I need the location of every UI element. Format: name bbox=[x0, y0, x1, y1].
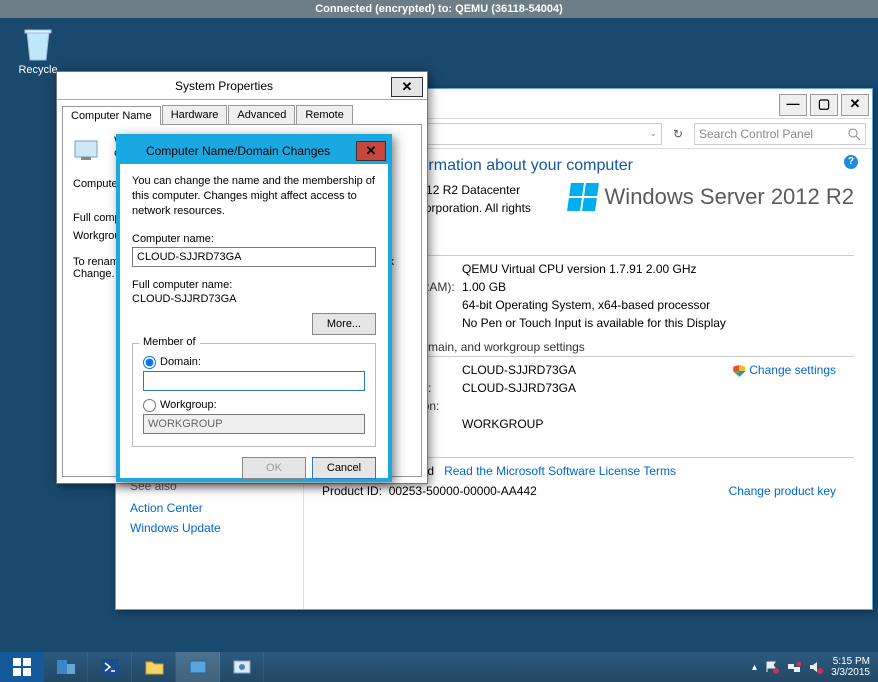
taskbar-powershell[interactable] bbox=[88, 652, 132, 682]
recycle-bin[interactable]: Recycle bbox=[14, 26, 62, 76]
taskbar-server-manager[interactable] bbox=[44, 652, 88, 682]
refresh-button[interactable]: ↻ bbox=[668, 124, 688, 144]
app-icon bbox=[231, 656, 253, 678]
breadcrumb-dropdown-icon[interactable]: ⌄ bbox=[649, 128, 657, 139]
cnd-domain-label: Domain: bbox=[160, 356, 201, 368]
taskbar: ▴ 5:15 PM 3/3/2015 bbox=[0, 652, 878, 682]
link-license-terms[interactable]: Read the Microsoft Software License Term… bbox=[444, 464, 676, 478]
cnd-memberof-legend: Member of bbox=[139, 336, 200, 348]
cnd-intro-text: You can change the name and the membersh… bbox=[132, 174, 376, 219]
powershell-icon bbox=[99, 656, 121, 678]
server-manager-icon bbox=[55, 656, 77, 678]
sysprops-tabs: Computer Name Hardware Advanced Remote bbox=[57, 100, 427, 124]
tray-network-icon[interactable] bbox=[787, 660, 801, 674]
start-button[interactable] bbox=[0, 652, 44, 682]
cnd-ok-button[interactable]: OK bbox=[242, 457, 306, 479]
sysprops-title: System Properties bbox=[57, 79, 391, 93]
windows-logo-icon bbox=[13, 658, 31, 676]
taskbar-system-window[interactable] bbox=[176, 652, 220, 682]
tray-show-hidden-icon[interactable]: ▴ bbox=[752, 662, 757, 673]
pen-value: No Pen or Touch Input is available for t… bbox=[462, 316, 854, 330]
minimize-button[interactable]: — bbox=[779, 94, 807, 116]
cnd-domain-radio[interactable] bbox=[143, 356, 156, 369]
cnd-more-button[interactable]: More... bbox=[312, 313, 376, 335]
cnd-domain-input[interactable] bbox=[143, 371, 365, 391]
link-action-center[interactable]: Action Center bbox=[130, 501, 289, 515]
windows-server-logo: Windows Server 2012 R2 bbox=[569, 183, 854, 211]
shield-icon bbox=[733, 365, 745, 377]
tab-remote[interactable]: Remote bbox=[296, 105, 353, 124]
system-window-icon bbox=[187, 656, 209, 678]
maximize-button[interactable]: ▢ bbox=[810, 94, 838, 116]
cnd-title: Computer Name/Domain Changes bbox=[120, 144, 356, 158]
full-name-value: CLOUD-SJJRD73GA bbox=[462, 381, 854, 395]
tab-hardware[interactable]: Hardware bbox=[162, 105, 228, 124]
windows-logo-icon bbox=[567, 183, 599, 211]
tray-flag-icon[interactable] bbox=[765, 660, 779, 674]
sysprops-close-button[interactable]: ✕ bbox=[391, 77, 423, 97]
connection-bar: Connected (encrypted) to: QEMU (36118-54… bbox=[0, 0, 878, 18]
link-change-settings[interactable]: Change settings bbox=[733, 363, 836, 377]
cnd-titlebar[interactable]: Computer Name/Domain Changes ✕ bbox=[120, 138, 388, 164]
taskbar-explorer[interactable] bbox=[132, 652, 176, 682]
tab-computer-name[interactable]: Computer Name bbox=[62, 106, 161, 125]
cnd-memberof-fieldset: Member of Domain: Workgroup: bbox=[132, 343, 376, 447]
computer-icon bbox=[73, 135, 105, 170]
sysprops-titlebar[interactable]: System Properties ✕ bbox=[57, 72, 427, 100]
recycle-bin-label: Recycle bbox=[14, 64, 62, 76]
cnd-workgroup-label: Workgroup: bbox=[160, 399, 217, 411]
link-windows-update[interactable]: Windows Update bbox=[130, 521, 289, 535]
recycle-bin-icon bbox=[21, 26, 55, 64]
windows-server-logo-text: Windows Server 2012 R2 bbox=[605, 184, 854, 210]
close-button[interactable]: ✕ bbox=[841, 94, 869, 116]
tray-volume-icon[interactable] bbox=[809, 660, 823, 674]
systype-value: 64-bit Operating System, x64-based proce… bbox=[462, 298, 854, 312]
tab-advanced[interactable]: Advanced bbox=[228, 105, 295, 124]
cnd-computer-name-label: Computer name: bbox=[132, 233, 376, 245]
cnd-workgroup-radio[interactable] bbox=[143, 399, 156, 412]
desktop: Recycle R2 System — ▢ ✕ ← → ▾ ↑ ▸ … ▸ bbox=[0, 18, 878, 652]
processor-value: QEMU Virtual CPU version 1.7.91 2.00 GHz bbox=[462, 262, 854, 276]
taskbar-clock[interactable]: 5:15 PM 3/3/2015 bbox=[831, 656, 870, 678]
workgroup-value: WORKGROUP bbox=[462, 417, 854, 431]
search-placeholder: Search Control Panel bbox=[699, 127, 813, 141]
search-icon bbox=[847, 127, 861, 141]
folder-icon bbox=[143, 656, 165, 678]
help-icon[interactable]: ? bbox=[844, 155, 858, 169]
cnd-full-name-value: CLOUD-SJJRD73GA bbox=[132, 293, 376, 305]
taskbar-app[interactable] bbox=[220, 652, 264, 682]
comp-desc-value bbox=[462, 399, 854, 413]
cnd-workgroup-input bbox=[143, 414, 365, 434]
clock-time: 5:15 PM bbox=[831, 656, 870, 667]
cnd-cancel-button[interactable]: Cancel bbox=[312, 457, 376, 479]
search-input[interactable]: Search Control Panel bbox=[694, 123, 866, 145]
cnd-full-name-label: Full computer name: bbox=[132, 279, 376, 291]
product-id-value: 00253-50000-00000-AA442 bbox=[389, 484, 537, 498]
link-change-product-key[interactable]: Change product key bbox=[729, 484, 836, 498]
cnd-close-button[interactable]: ✕ bbox=[356, 141, 386, 161]
system-tray: ▴ 5:15 PM 3/3/2015 bbox=[744, 652, 878, 682]
cnd-computer-name-input[interactable] bbox=[132, 247, 376, 267]
computer-name-domain-dialog: Computer Name/Domain Changes ✕ You can c… bbox=[116, 134, 392, 482]
clock-date: 3/3/2015 bbox=[831, 667, 870, 678]
ram-value: 1.00 GB bbox=[462, 280, 854, 294]
